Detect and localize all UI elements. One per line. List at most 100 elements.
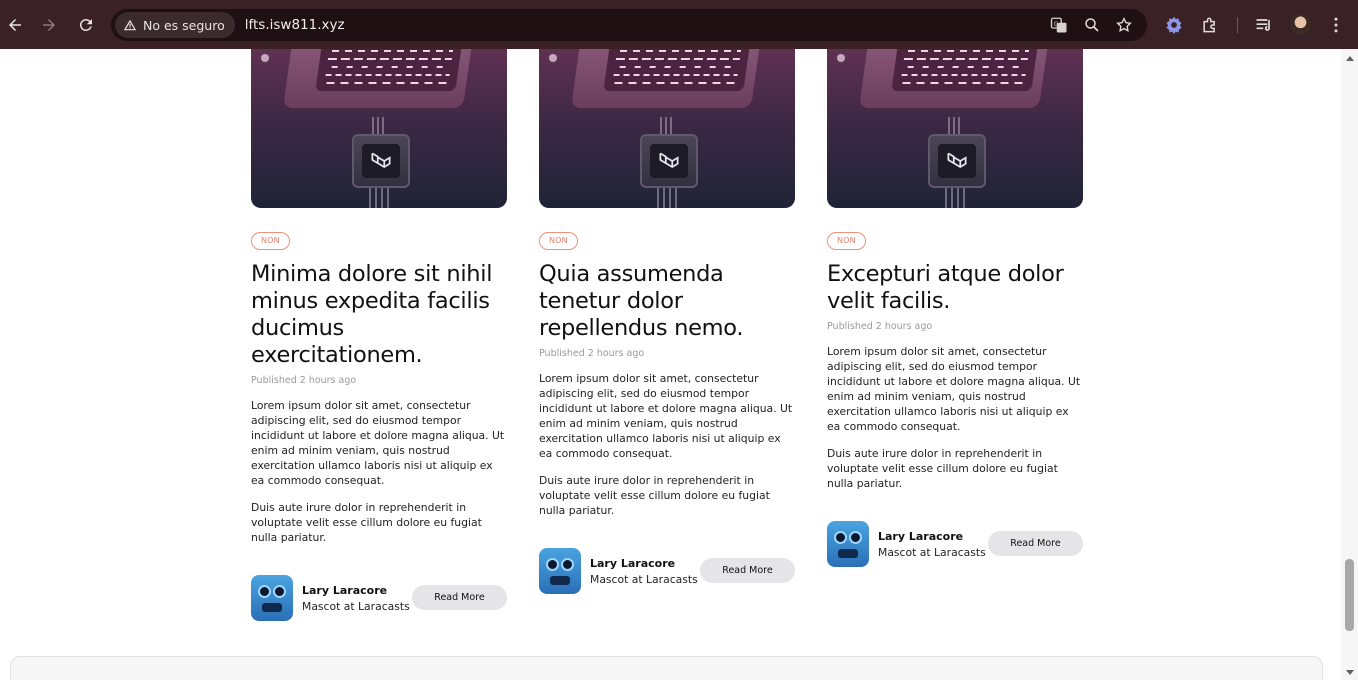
thumbnail-screen <box>891 49 1040 91</box>
thumbnail-code-lines <box>899 49 1031 88</box>
post-card: NON Quia assumenda tenetur dolor repelle… <box>539 49 795 594</box>
laravel-chip <box>352 134 410 188</box>
chip-screen <box>938 144 976 178</box>
thumbnail-knob <box>259 52 271 64</box>
post-thumbnail[interactable] <box>251 49 507 208</box>
laravel-chip <box>640 134 698 188</box>
category-tag[interactable]: NON <box>827 232 866 250</box>
media-queue-icon[interactable] <box>1254 15 1274 35</box>
zoom-icon[interactable] <box>1083 16 1101 34</box>
arrow-left-icon <box>9 19 21 31</box>
post-thumbnail[interactable] <box>827 49 1083 208</box>
toolbar-divider <box>1237 17 1238 33</box>
published-time: Published 2 hours ago <box>827 321 933 332</box>
author-name: Lary Laracore <box>878 529 964 543</box>
thumbnail-code-lines <box>611 49 743 88</box>
published-time: Published 2 hours ago <box>539 348 645 359</box>
avatar-eye <box>849 531 862 544</box>
scrollbar-thumb[interactable] <box>1345 559 1354 631</box>
category-tag[interactable]: NON <box>539 232 578 250</box>
author-avatar <box>539 548 581 594</box>
profile-avatar[interactable] <box>1290 14 1311 35</box>
avatar-mouth <box>262 603 282 612</box>
read-more-button[interactable]: Read More <box>412 585 507 610</box>
thumbnail-wires <box>660 117 674 135</box>
post-title[interactable]: Quia assumenda tenetur dolor repellendus… <box>539 261 795 342</box>
read-more-button[interactable]: Read More <box>700 558 795 583</box>
avatar-eye <box>834 531 847 544</box>
more-vert-icon[interactable] <box>1326 15 1346 35</box>
post-excerpt: Lorem ipsum dolor sit amet, consectetur … <box>827 344 1083 491</box>
forward-button[interactable] <box>37 13 61 37</box>
avatar-mouth <box>550 576 570 585</box>
arrow-right-icon <box>43 19 55 31</box>
post-footer: Lary Laracore Mascot at Laracasts Read M… <box>827 521 1083 567</box>
thumbnail-wires <box>372 117 386 135</box>
avatar-eye <box>546 558 559 571</box>
translate-icon[interactable]: G <box>1050 16 1068 34</box>
excerpt-paragraph: Duis aute irure dolor in reprehenderit i… <box>827 447 1058 490</box>
footer-section <box>10 656 1323 680</box>
scroll-down-icon[interactable] <box>1346 670 1354 675</box>
post-footer: Lary Laracore Mascot at Laracasts Read M… <box>251 575 507 621</box>
author-name: Lary Laracore <box>590 556 676 570</box>
excerpt-paragraph: Lorem ipsum dolor sit amet, consectetur … <box>251 399 505 487</box>
author-role: Mascot at Laracasts <box>302 599 410 613</box>
post-excerpt: Lorem ipsum dolor sit amet, consectetur … <box>251 398 507 545</box>
category-tag[interactable]: NON <box>251 232 290 250</box>
post-title[interactable]: Minima dolore sit nihil minus expedita f… <box>251 261 507 369</box>
page-viewport: NON Minima dolore sit nihil minus expedi… <box>0 49 1341 680</box>
back-button[interactable] <box>3 13 27 37</box>
thumbnail-panel <box>570 49 762 108</box>
avatar-eye <box>258 585 271 598</box>
thumbnail-screen <box>603 49 752 91</box>
excerpt-paragraph: Lorem ipsum dolor sit amet, consectetur … <box>539 372 793 460</box>
chip-legs <box>369 188 391 208</box>
published-time: Published 2 hours ago <box>251 375 357 386</box>
chip-legs <box>945 188 967 208</box>
reload-icon <box>79 18 92 31</box>
post-excerpt: Lorem ipsum dolor sit amet, consectetur … <box>539 371 795 518</box>
post-card: NON Minima dolore sit nihil minus expedi… <box>251 49 507 621</box>
excerpt-paragraph: Duis aute irure dolor in reprehenderit i… <box>251 501 482 544</box>
thumbnail-code-lines <box>323 49 455 88</box>
avatar-eye <box>273 585 286 598</box>
bookmark-star-icon[interactable] <box>1115 16 1133 34</box>
author-name: Lary Laracore <box>302 583 388 597</box>
author-info: Lary Laracore Mascot at Laracasts <box>302 584 410 613</box>
thumbnail-screen <box>315 49 464 91</box>
extensions-puzzle-icon[interactable] <box>1200 15 1220 35</box>
page-scrollbar[interactable] <box>1341 49 1358 680</box>
thumbnail-wires <box>948 117 962 135</box>
avatar-mouth <box>838 549 858 558</box>
chip-legs <box>657 188 679 208</box>
address-bar[interactable]: No es seguro lfts.isw811.xyz G <box>111 9 1147 41</box>
chip-screen <box>650 144 688 178</box>
author-avatar <box>251 575 293 621</box>
security-label: No es seguro <box>143 17 225 33</box>
post-thumbnail[interactable] <box>539 49 795 208</box>
thumbnail-knob <box>835 52 847 64</box>
chip-screen <box>362 144 400 178</box>
author-info: Lary Laracore Mascot at Laracasts <box>590 557 698 586</box>
author-role: Mascot at Laracasts <box>590 572 698 586</box>
author-role: Mascot at Laracasts <box>878 545 986 559</box>
author-avatar <box>827 521 869 567</box>
scroll-up-icon[interactable] <box>1346 56 1354 61</box>
read-more-button[interactable]: Read More <box>988 531 1083 556</box>
laravel-logo-icon <box>947 152 967 168</box>
laravel-logo-icon <box>659 152 679 168</box>
reload-button[interactable] <box>74 13 98 37</box>
excerpt-paragraph: Duis aute irure dolor in reprehenderit i… <box>539 474 770 517</box>
laravel-chip <box>928 134 986 188</box>
svg-text:G: G <box>1054 21 1059 28</box>
thumbnail-panel <box>858 49 1050 108</box>
extension-gear-icon[interactable] <box>1164 15 1184 35</box>
url-text[interactable]: lfts.isw811.xyz <box>245 17 345 33</box>
post-footer: Lary Laracore Mascot at Laracasts Read M… <box>539 548 795 594</box>
warning-icon <box>123 19 137 31</box>
author-info: Lary Laracore Mascot at Laracasts <box>878 530 986 559</box>
post-title[interactable]: Excepturi atque dolor velit facilis. <box>827 261 1083 315</box>
laravel-logo-icon <box>371 152 391 168</box>
security-indicator[interactable]: No es seguro <box>115 12 235 38</box>
